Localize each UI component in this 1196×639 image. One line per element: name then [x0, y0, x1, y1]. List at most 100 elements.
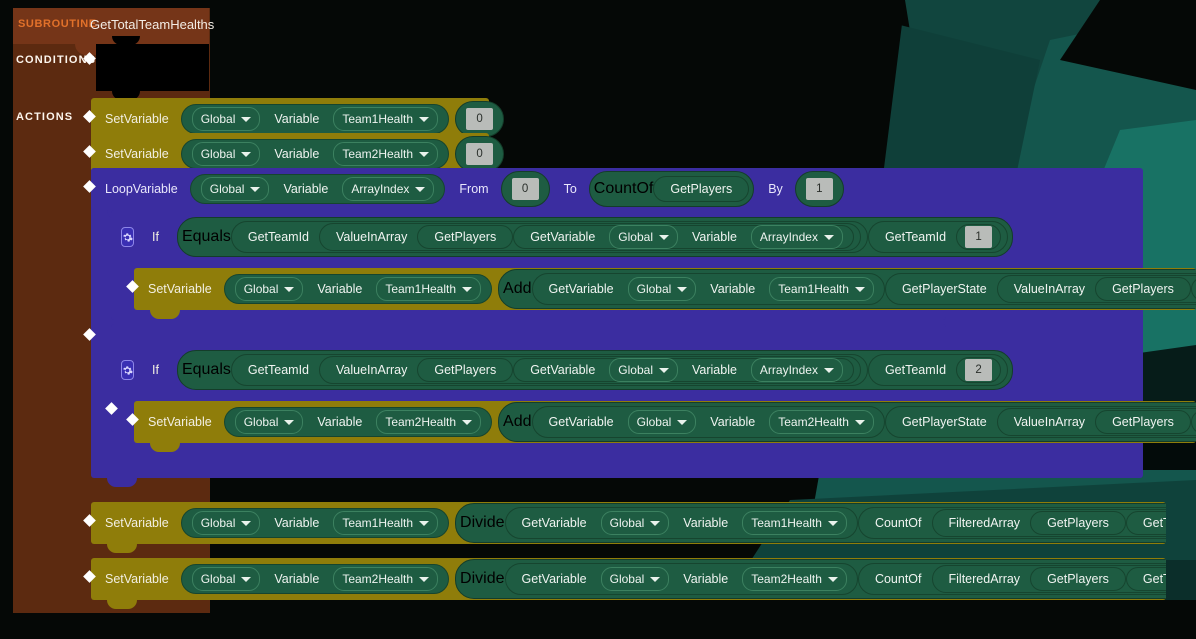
target-variable-capsule[interactable]: Global Variable Team1Health	[180, 508, 450, 538]
gear-icon[interactable]	[121, 360, 134, 380]
row-accum-team1[interactable]: SetVariable Global Variable Team1Health …	[134, 268, 1196, 310]
filteredarray-capsule[interactable]: FilteredArray GetPlayers GetTeamId 1	[931, 509, 1166, 537]
subroutine-name[interactable]: GetTotalTeamHealths	[90, 17, 214, 32]
from-operand[interactable]: 0	[500, 171, 550, 207]
scope-dropdown[interactable]: Global	[609, 358, 678, 382]
number-input[interactable]: 0	[466, 108, 494, 130]
getvariable-capsule[interactable]: GetVariable Global Variable Team2Health	[531, 406, 885, 438]
scope-dropdown[interactable]: Global	[200, 177, 270, 201]
number-input[interactable]: 0	[511, 178, 539, 200]
variable-name-dropdown[interactable]: Team2Health	[769, 410, 874, 434]
add-operator: Add	[503, 280, 532, 297]
getplayerstate-capsule[interactable]: GetPlayerState ValueInArray GetPlayers G…	[884, 406, 1196, 438]
if-condition-expression[interactable]: Equals GetTeamId ValueInArray GetPlayers…	[176, 350, 1014, 390]
right-getteamid-capsule[interactable]: GetTeamId 1	[867, 221, 1009, 253]
getplayers-capsule[interactable]: GetPlayers	[417, 225, 514, 249]
variable-keyword: Variable	[317, 415, 363, 429]
scope-dropdown[interactable]: Global	[627, 277, 697, 301]
divide-expression[interactable]: Divide GetVariable Global Variable Team2…	[455, 559, 1166, 599]
row-loop-variable[interactable]: LoopVariable Global Variable ArrayIndex …	[91, 168, 844, 210]
variable-name-dropdown[interactable]: ArrayIndex	[750, 358, 843, 382]
scope-dropdown[interactable]: Global	[191, 567, 261, 591]
value-operand[interactable]: 0	[455, 136, 505, 172]
loop-action-label: LoopVariable	[105, 182, 178, 196]
variable-name-dropdown[interactable]: Team1Health	[333, 107, 439, 131]
valueinarray-function: ValueInArray	[1013, 282, 1086, 296]
getvariable-capsule[interactable]: GetVariable Global Variable Team1Health	[531, 273, 885, 305]
by-operand[interactable]: 1	[794, 171, 844, 207]
value-operand[interactable]: 0	[455, 101, 505, 137]
gear-icon[interactable]	[121, 227, 134, 247]
getplayers-capsule[interactable]: GetPlayers	[653, 176, 750, 202]
scope-dropdown[interactable]: Global	[191, 511, 261, 535]
variable-name-dropdown[interactable]: ArrayIndex	[342, 177, 435, 201]
getvariable-capsule[interactable]: GetVariable Global Variable Team1Health	[504, 507, 858, 539]
valueinarray-capsule[interactable]: ValueInArray GetPlayers GetVariable Glob…	[996, 408, 1196, 436]
getteamid-capsule[interactable]: GetTeamId 1	[1125, 511, 1166, 535]
getplayers-capsule[interactable]: GetPlayers	[1095, 410, 1191, 434]
getvariable-capsule[interactable]: GetVariable Global Variable Team2Health	[504, 563, 858, 595]
number-input[interactable]: 0	[466, 143, 494, 165]
scope-dropdown[interactable]: Global	[234, 410, 304, 434]
countof-capsule[interactable]: CountOf FilteredArray GetPlayers GetTeam…	[857, 507, 1166, 539]
loop-variable-capsule[interactable]: Global Variable ArrayIndex	[189, 174, 446, 204]
getvariable-capsule[interactable]: GetVariable Global	[1190, 410, 1196, 434]
scope-dropdown[interactable]: Global	[234, 277, 304, 301]
left-getteamid-capsule[interactable]: GetTeamId ValueInArray GetPlayers GetVar…	[230, 354, 868, 386]
conditions-empty-slot[interactable]	[96, 36, 209, 100]
variable-name-dropdown[interactable]: Team1Health	[742, 511, 847, 535]
getplayers-capsule[interactable]: GetPlayers	[1095, 277, 1191, 301]
row-accum-team2[interactable]: SetVariable Global Variable Team2Health …	[134, 401, 1196, 443]
getvariable-capsule[interactable]: GetVariable Global Variable ArrayIndex	[513, 225, 854, 249]
getplayers-capsule[interactable]: GetPlayers	[1030, 567, 1126, 591]
variable-reference-capsule[interactable]: Global Variable Team1Health	[180, 104, 450, 134]
countof-capsule[interactable]: CountOf FilteredArray GetPlayers GetTeam…	[857, 563, 1166, 595]
filteredarray-capsule[interactable]: FilteredArray GetPlayers GetTeamId 2	[931, 565, 1166, 593]
variable-name-dropdown[interactable]: Team1Health	[333, 511, 439, 535]
left-getteamid-capsule[interactable]: GetTeamId ValueInArray GetPlayers GetVar…	[230, 221, 868, 253]
number-input[interactable]: 1	[805, 178, 833, 200]
if-condition-expression[interactable]: Equals GetTeamId ValueInArray GetPlayers…	[176, 217, 1014, 257]
getplayerstate-capsule[interactable]: GetPlayerState ValueInArray GetPlayers G…	[884, 273, 1196, 305]
scope-dropdown[interactable]: Global	[191, 107, 261, 131]
row-avg-team2[interactable]: SetVariable Global Variable Team2Health …	[91, 558, 1166, 600]
target-variable-capsule[interactable]: Global Variable Team2Health	[223, 407, 493, 437]
scope-dropdown[interactable]: Global	[627, 410, 697, 434]
variable-reference-capsule[interactable]: Global Variable Team2Health	[180, 139, 450, 169]
divide-expression[interactable]: Divide GetVariable Global Variable Team1…	[455, 503, 1166, 543]
variable-name-dropdown[interactable]: Team1Health	[376, 277, 482, 301]
number-input[interactable]: 1	[965, 226, 993, 248]
number-input[interactable]: 2	[965, 359, 993, 381]
chevron-down-icon	[658, 234, 669, 240]
scope-dropdown[interactable]: Global	[191, 142, 261, 166]
getteamid-capsule[interactable]: GetTeamId 2	[1125, 567, 1166, 591]
add-expression[interactable]: Add GetVariable Global Variable Team1Hea…	[498, 269, 1196, 309]
variable-name-dropdown[interactable]: Team2Health	[742, 567, 847, 591]
script-canvas[interactable]: SUBROUTINE GetTotalTeamHealths CONDITION…	[0, 0, 1196, 639]
row-avg-team1[interactable]: SetVariable Global Variable Team1Health …	[91, 502, 1166, 544]
variable-name-dropdown[interactable]: Team1Health	[769, 277, 874, 301]
variable-name-dropdown[interactable]: Team2Health	[376, 410, 482, 434]
variable-name-dropdown[interactable]: ArrayIndex	[750, 225, 843, 249]
target-variable-capsule[interactable]: Global Variable Team1Health	[223, 274, 493, 304]
row-if-team2[interactable]: If Equals GetTeamId ValueInArray GetPlay…	[111, 349, 1014, 391]
target-variable-capsule[interactable]: Global Variable Team2Health	[180, 564, 450, 594]
getvariable-capsule[interactable]: GetVariable Global Variable ArrayIndex	[513, 358, 854, 382]
add-expression[interactable]: Add GetVariable Global Variable Team2Hea…	[498, 402, 1196, 442]
right-getteamid-capsule[interactable]: GetTeamId 2	[867, 354, 1009, 386]
scope-dropdown[interactable]: Global	[600, 567, 670, 591]
scope-dropdown[interactable]: Global	[609, 225, 678, 249]
valueinarray-capsule[interactable]: ValueInArray GetPlayers GetVariable Glob…	[319, 223, 861, 251]
row-if-team1[interactable]: If Equals GetTeamId ValueInArray GetPlay…	[111, 216, 1014, 258]
valueinarray-capsule[interactable]: ValueInArray GetPlayers GetVariable Glob…	[996, 275, 1196, 303]
scope-dropdown[interactable]: Global	[600, 511, 670, 535]
getplayers-capsule[interactable]: GetPlayers	[1030, 511, 1126, 535]
variable-name-dropdown[interactable]: Team2Health	[333, 142, 439, 166]
to-operand[interactable]: CountOf GetPlayers	[588, 171, 755, 207]
team-id-operand[interactable]: 2	[956, 357, 1002, 383]
team-id-operand[interactable]: 1	[956, 224, 1002, 250]
variable-name-dropdown[interactable]: Team2Health	[333, 567, 439, 591]
getvariable-capsule[interactable]: GetVariable Global	[1190, 277, 1196, 301]
valueinarray-capsule[interactable]: ValueInArray GetPlayers GetVariable Glob…	[319, 356, 861, 384]
getplayers-capsule[interactable]: GetPlayers	[417, 358, 514, 382]
